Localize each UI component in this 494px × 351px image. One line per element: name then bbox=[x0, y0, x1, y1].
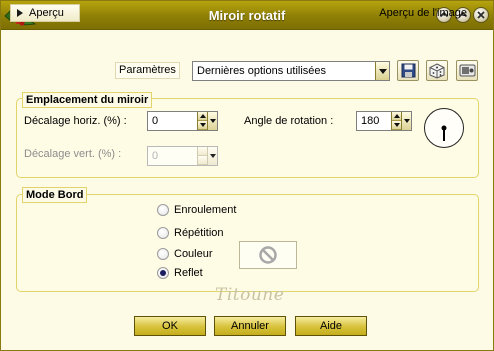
horiz-offset-dropdown-button[interactable] bbox=[208, 112, 217, 130]
arrow-up-icon bbox=[393, 114, 400, 118]
arrow-up-icon bbox=[199, 114, 206, 118]
radio-color-label: Couleur bbox=[174, 248, 213, 260]
rotation-angle-spinbox[interactable]: 180 bbox=[356, 111, 412, 131]
radio-wrap-label: Enroulement bbox=[174, 204, 237, 216]
radio-color[interactable]: Couleur bbox=[157, 248, 213, 260]
randomize-dice-icon bbox=[429, 62, 445, 79]
reset-preset-button[interactable] bbox=[456, 60, 478, 81]
randomize-button[interactable] bbox=[426, 60, 448, 81]
color-swatch[interactable] bbox=[239, 241, 297, 269]
rotation-up-button[interactable] bbox=[392, 112, 401, 121]
vert-offset-arrows bbox=[197, 147, 217, 165]
close-icon bbox=[477, 11, 485, 19]
vert-offset-down-button[interactable] bbox=[198, 156, 207, 165]
radio-repeat[interactable]: Répétition bbox=[157, 227, 224, 239]
radio-repeat-button[interactable] bbox=[157, 227, 169, 239]
horiz-offset-label: Décalage horiz. (%) : bbox=[24, 115, 127, 127]
vert-offset-dropdown-button[interactable] bbox=[208, 147, 217, 165]
radio-wrap[interactable]: Enroulement bbox=[157, 204, 236, 216]
rotation-dropdown-button[interactable] bbox=[402, 112, 411, 130]
rotation-dial[interactable] bbox=[424, 108, 464, 148]
vert-offset-label: Décalage vert. (%) : bbox=[24, 148, 122, 160]
horiz-offset-arrows bbox=[197, 112, 217, 130]
no-color-icon bbox=[259, 246, 277, 264]
horiz-offset-spinbox[interactable]: 0 bbox=[147, 111, 218, 131]
chevron-down-icon bbox=[403, 119, 410, 123]
chevron-down-icon bbox=[209, 119, 216, 123]
watermark: Titoune bbox=[215, 285, 285, 305]
rotation-down-button[interactable] bbox=[392, 121, 401, 130]
help-footer-button[interactable]: Aide bbox=[295, 316, 367, 336]
edge-mode-title: Mode Bord bbox=[22, 187, 88, 203]
preset-select[interactable]: Dernières options utilisées bbox=[192, 61, 390, 81]
reset-preset-icon bbox=[459, 64, 475, 77]
dial-pointer-icon bbox=[441, 125, 447, 141]
chevron-down-icon bbox=[378, 68, 387, 74]
arrow-down-icon bbox=[199, 123, 206, 127]
radio-selected-dot bbox=[160, 270, 166, 276]
chevron-down-icon bbox=[209, 154, 216, 158]
preview-toggle-button[interactable]: Aperçu bbox=[10, 4, 80, 22]
mirror-location-group bbox=[16, 98, 479, 178]
radio-repeat-label: Répétition bbox=[174, 227, 224, 239]
triangle-right-icon bbox=[17, 9, 23, 17]
mirror-location-title: Emplacement du miroir bbox=[22, 92, 153, 108]
vert-offset-up-button[interactable] bbox=[198, 147, 207, 156]
presets-label: Paramètres bbox=[115, 62, 180, 79]
arrow-down-icon bbox=[393, 123, 400, 127]
rotation-angle-arrows bbox=[391, 112, 411, 130]
preset-dropdown-button[interactable] bbox=[375, 62, 389, 80]
radio-wrap-button[interactable] bbox=[157, 204, 169, 216]
preview-toggle-label: Aperçu bbox=[29, 7, 64, 19]
cancel-button[interactable]: Annuler bbox=[214, 316, 286, 336]
ok-button[interactable]: OK bbox=[134, 316, 206, 336]
save-preset-button[interactable] bbox=[397, 60, 419, 81]
radio-reflect-label: Reflet bbox=[174, 267, 203, 279]
dialog-window: Miroir rotatif Aperçu Aperçu de l'image … bbox=[0, 0, 494, 351]
save-preset-icon bbox=[401, 63, 415, 78]
rotation-angle-label: Angle de rotation : bbox=[244, 115, 334, 127]
radio-reflect-button[interactable] bbox=[157, 267, 169, 279]
close-button[interactable] bbox=[473, 7, 489, 23]
radio-color-button[interactable] bbox=[157, 248, 169, 260]
vert-offset-value: 0 bbox=[152, 150, 159, 162]
rotation-angle-value: 180 bbox=[361, 115, 380, 127]
radio-reflect[interactable]: Reflet bbox=[157, 267, 203, 279]
image-preview-toggle[interactable]: Aperçu de l'image bbox=[379, 7, 467, 19]
preset-select-value: Dernières options utilisées bbox=[197, 65, 327, 77]
horiz-offset-value: 0 bbox=[152, 115, 159, 127]
vert-offset-spinbox[interactable]: 0 bbox=[147, 146, 218, 166]
horiz-offset-down-button[interactable] bbox=[198, 121, 207, 130]
horiz-offset-up-button[interactable] bbox=[198, 112, 207, 121]
